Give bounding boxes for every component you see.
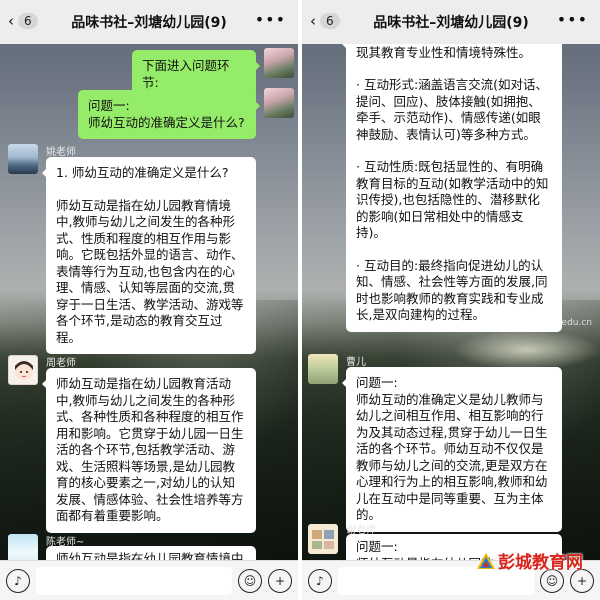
avatar-zhou[interactable] bbox=[8, 355, 38, 385]
back-button[interactable]: ‹ 6 bbox=[310, 12, 340, 30]
avatar-xie[interactable] bbox=[308, 524, 338, 554]
chat-header: ‹ 6 品味书社–刘塘幼儿园(9) ••• bbox=[302, 0, 600, 44]
voice-icon[interactable]: ♪ bbox=[308, 568, 332, 593]
site-logo: 彭城教育网 bbox=[476, 548, 583, 573]
avatar-cao[interactable] bbox=[308, 354, 338, 384]
chat-pane-left: ‹ 6 品味书社–刘塘幼儿园(9) ••• 下面进入问题环节: 问题一: 师幼互… bbox=[0, 0, 298, 600]
message-paragraph: 师幼互动是指在幼儿园教育情境中,教师与幼儿之间发生的各种形式、性质和程度的相互作… bbox=[56, 197, 244, 345]
avatar-self[interactable] bbox=[264, 88, 294, 118]
message-line: 师幼互动的准确定义是什么? bbox=[88, 114, 245, 130]
unread-count-badge: 6 bbox=[320, 13, 340, 29]
chat-header: ‹ 6 品味书社–刘塘幼儿园(9) ••• bbox=[0, 0, 298, 44]
message-paragraph: · 互动性质:既包括显性的、有明确教育目标的互动(如教学活动中的知识传授),也包… bbox=[356, 159, 549, 240]
chevron-left-icon: ‹ bbox=[8, 12, 14, 30]
input-bar: ♪ ☺ + bbox=[0, 560, 298, 600]
message-paragraph: 师幼互动是指在幼儿园教育活动中,教师与幼儿之间发生的各种形式、各种性质和各种程度… bbox=[56, 376, 244, 523]
plus-icon[interactable]: + bbox=[268, 568, 292, 593]
avatar-yao[interactable] bbox=[8, 144, 38, 174]
background-city-lights bbox=[452, 330, 600, 370]
message-paragraph: 1. 师幼互动的准确定义是什么? bbox=[56, 165, 229, 180]
sender-name: 姚老师 bbox=[46, 147, 76, 158]
cartoon-girl-icon bbox=[15, 361, 33, 380]
message-bubble[interactable]: 1. 师幼互动的准确定义是什么? 师幼互动是指在幼儿园教育情境中,教师与幼儿之间… bbox=[42, 157, 256, 354]
sender-name: 曹儿 bbox=[346, 357, 366, 368]
back-button[interactable]: ‹ 6 bbox=[8, 12, 38, 30]
message-bubble-continued[interactable]: 学、生活活动、游戏等具体情境,体现其教育专业性和情境特殊性。 · 互动形式:涵盖… bbox=[342, 28, 562, 332]
message-text: 下面进入问题环节: bbox=[142, 58, 230, 90]
message-paragraph: 师幼互动的准确定义是幼儿教师与幼儿之间相互作用、相互影响的行为及其动态过程,贯穿… bbox=[356, 391, 548, 523]
message-paragraph: · 互动形式:涵盖语言交流(如对话、提问、回应)、肢体接触(如拥抱、牵手、示范动… bbox=[356, 77, 549, 142]
message-input[interactable] bbox=[36, 566, 232, 595]
message-paragraph: 问题一: bbox=[356, 375, 398, 390]
avatar-self[interactable] bbox=[264, 48, 294, 78]
message-line: 问题一: bbox=[88, 98, 130, 113]
chat-title: 品味书社–刘塘幼儿园(9) bbox=[373, 15, 529, 31]
sender-name: 周老师 bbox=[46, 358, 76, 369]
message-bubble[interactable]: 师幼互动是指在幼儿园教育活动中,教师与幼儿之间发生的各种形式、各种性质和各种程度… bbox=[42, 368, 256, 533]
message-bubble[interactable]: 问题一: 师幼互动的准确定义是幼儿教师与幼儿之间相互作用、相互影响的行为及其动态… bbox=[342, 367, 562, 532]
more-icon[interactable]: ••• bbox=[255, 10, 286, 29]
more-icon[interactable]: ••• bbox=[557, 10, 588, 29]
voice-icon[interactable]: ♪ bbox=[6, 568, 30, 593]
logo-triangle-icon bbox=[477, 552, 495, 569]
watermark-url: www.pcjyedu.cn bbox=[518, 318, 592, 328]
chevron-left-icon: ‹ bbox=[310, 12, 316, 30]
message-paragraph: · 互动目的:最终指向促进幼儿的认知、情感、社会性等方面的发展,同时也影响教师的… bbox=[356, 257, 548, 323]
photo-collage-icon bbox=[312, 530, 334, 549]
site-logo-text: 彭城教育网 bbox=[498, 553, 583, 573]
chat-title: 品味书社–刘塘幼儿园(9) bbox=[71, 15, 227, 31]
message-bubble-self[interactable]: 问题一: 师幼互动的准确定义是什么? bbox=[78, 90, 260, 139]
chat-pane-right: ‹ 6 品味书社–刘塘幼儿园(9) ••• 学、生活活动、游戏等具体情境,体现其… bbox=[302, 0, 600, 600]
unread-count-badge: 6 bbox=[18, 13, 38, 29]
emoji-icon[interactable]: ☺ bbox=[238, 568, 262, 593]
